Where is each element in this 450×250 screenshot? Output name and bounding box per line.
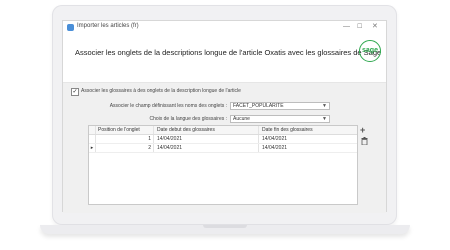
grid-header: Position de l'onglet Date debut des glos… (89, 126, 357, 135)
dialog-header: Associer les onglets de la descriptions … (63, 34, 386, 83)
column-header-end-date[interactable]: Date fin des glossaires (260, 126, 357, 134)
start-date-cell[interactable]: 14/04/2021 (155, 144, 259, 152)
end-date-cell[interactable]: 14/04/2021 (260, 144, 357, 152)
row-header-cell (89, 126, 96, 134)
column-header-position[interactable]: Position de l'onglet (96, 126, 154, 134)
chevron-down-icon: ▼ (322, 103, 327, 109)
table-row[interactable]: 1 14/04/2021 14/04/2021 (89, 135, 357, 144)
position-cell[interactable]: 1 (96, 135, 154, 143)
trash-icon[interactable] (361, 137, 368, 146)
maximize-icon[interactable]: ☐ (357, 22, 362, 32)
minimize-icon[interactable]: — (343, 22, 350, 32)
dialog-content: ✓ Associer les glossaires à des onglets … (63, 83, 386, 213)
language-select-label: Choix de la langue des glossaires : (149, 116, 227, 122)
import-dialog-window: Importer les articles (fr) — ☐ ✕ Associe… (62, 20, 387, 213)
associate-checkbox-label: Associer les glossaires à des onglets de… (81, 88, 241, 94)
language-select[interactable]: Aucune ▼ (230, 115, 330, 123)
column-header-start-date[interactable]: Date debut des glossaires (155, 126, 259, 134)
field-select[interactable]: FACET_POPULARITE ▼ (230, 102, 330, 110)
field-select-label: Associer le champ définissant les noms d… (109, 103, 227, 109)
associate-checkbox[interactable]: ✓ (71, 88, 79, 96)
row-marker (89, 135, 96, 143)
row-marker: ▸ (89, 144, 96, 152)
chevron-down-icon: ▼ (322, 116, 327, 122)
app-icon (67, 24, 74, 31)
field-select-value: FACET_POPULARITE (233, 103, 284, 109)
plus-icon[interactable]: + (360, 125, 365, 135)
sage-logo: sage (359, 40, 381, 62)
position-cell[interactable]: 2 (96, 144, 154, 152)
header-title: Associer les onglets de la descriptions … (75, 48, 382, 57)
end-date-cell[interactable]: 14/04/2021 (260, 135, 357, 143)
table-row[interactable]: ▸ 2 14/04/2021 14/04/2021 (89, 144, 357, 153)
laptop-notch (203, 225, 247, 228)
glossary-grid: Position de l'onglet Date debut des glos… (88, 125, 358, 205)
window-title: Importer les articles (fr) (77, 23, 139, 29)
close-icon[interactable]: ✕ (372, 22, 378, 32)
start-date-cell[interactable]: 14/04/2021 (155, 135, 259, 143)
title-bar: Importer les articles (fr) — ☐ ✕ (63, 21, 386, 34)
language-select-value: Aucune (233, 116, 250, 122)
